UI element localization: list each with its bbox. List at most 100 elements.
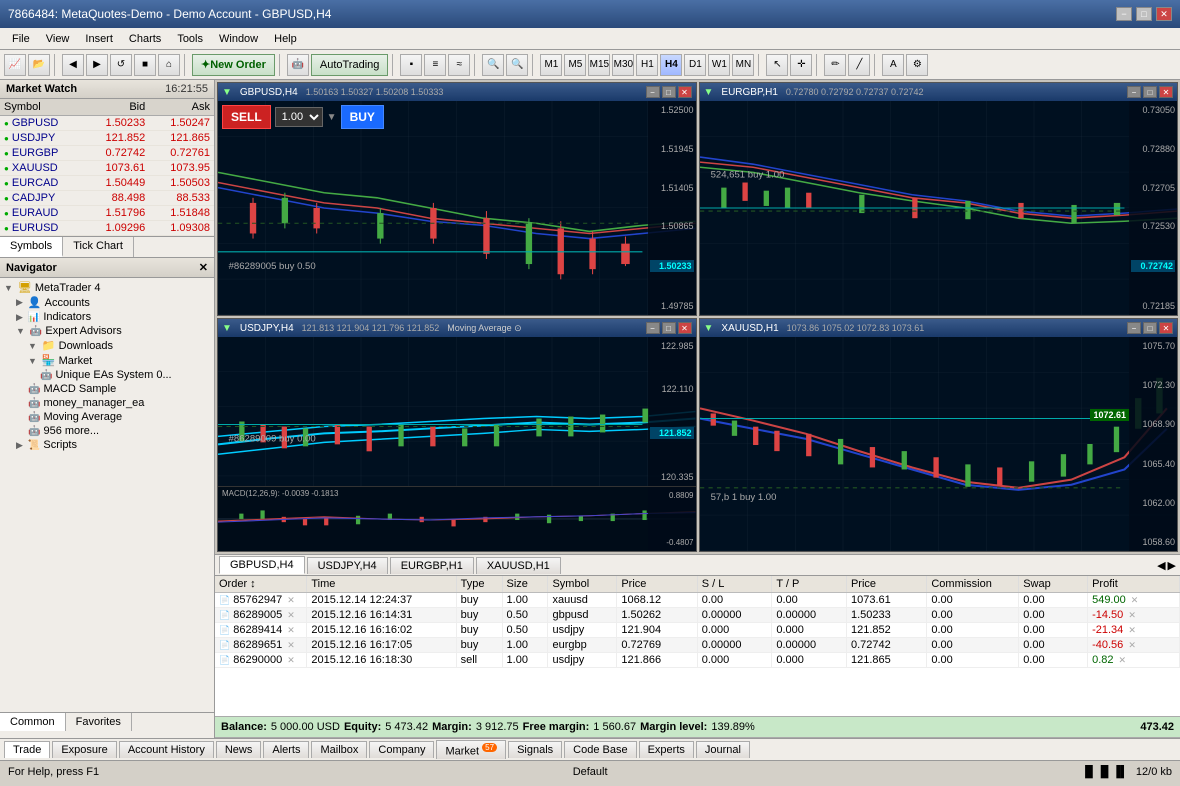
chart-type-3-button[interactable]: ≈ bbox=[448, 54, 470, 76]
bottom-tab-news[interactable]: News bbox=[216, 741, 262, 758]
table-row[interactable]: 📄 86290000 ✕ 2015.12.16 16:18:30 sell 1.… bbox=[215, 653, 1180, 668]
open-button[interactable]: 📂 bbox=[28, 54, 50, 76]
period-m15[interactable]: M15 bbox=[588, 54, 610, 76]
nav-item-expert-advisors[interactable]: ▼ 🤖 Expert Advisors bbox=[0, 324, 214, 338]
table-row[interactable]: 📄 86289651 ✕ 2015.12.16 16:17:05 buy 1.0… bbox=[215, 638, 1180, 653]
nav-item-unique-ea[interactable]: 🤖 Unique EAs System 0... bbox=[0, 368, 214, 382]
nav-item-money-manager[interactable]: 🤖 money_manager_ea bbox=[0, 396, 214, 410]
bottom-tab-account-history[interactable]: Account History bbox=[119, 741, 214, 758]
order-tab-xauusd[interactable]: XAUUSD,H1 bbox=[476, 557, 561, 574]
gbpusd-chart-body[interactable]: SELL 1.00 ▼ BUY 1.50 23 3 1.50 24 7 bbox=[218, 101, 696, 315]
gbpusd-sell-button[interactable]: SELL bbox=[222, 105, 271, 129]
bottom-tab-signals[interactable]: Signals bbox=[508, 741, 562, 758]
cursor-button[interactable]: ↖ bbox=[766, 54, 788, 76]
menu-help[interactable]: Help bbox=[266, 31, 305, 47]
bottom-tab-exposure[interactable]: Exposure bbox=[52, 741, 116, 758]
nav-item-macd[interactable]: 🤖 MACD Sample bbox=[0, 382, 214, 396]
new-chart-button[interactable]: 📈 bbox=[4, 54, 26, 76]
line-button[interactable]: ╱ bbox=[848, 54, 870, 76]
crosshair-button[interactable]: ✛ bbox=[790, 54, 812, 76]
new-order-button[interactable]: ✦ New Order bbox=[192, 54, 275, 76]
eurgbp-close-btn[interactable]: ✕ bbox=[1159, 86, 1173, 98]
market-watch-row[interactable]: ● USDJPY 121.852 121.865 bbox=[0, 131, 214, 146]
minimize-button[interactable]: − bbox=[1116, 7, 1132, 21]
nav-tab-common[interactable]: Common bbox=[0, 713, 66, 731]
menu-charts[interactable]: Charts bbox=[121, 31, 169, 47]
period-h4[interactable]: H4 bbox=[660, 54, 682, 76]
gbpusd-minimize-btn[interactable]: − bbox=[646, 86, 660, 98]
close-button[interactable]: ✕ bbox=[1156, 7, 1172, 21]
chart-type-1-button[interactable]: ▪ bbox=[400, 54, 422, 76]
period-mn[interactable]: MN bbox=[732, 54, 754, 76]
market-watch-row[interactable]: ● GBPUSD 1.50233 1.50247 bbox=[0, 116, 214, 131]
maximize-button[interactable]: □ bbox=[1136, 7, 1152, 21]
nav-item-metatrader4[interactable]: ▼ 🖥 MetaTrader 4 bbox=[0, 280, 214, 295]
market-watch-row[interactable]: ● XAUUSD 1073.61 1073.95 bbox=[0, 161, 214, 176]
tab-symbols[interactable]: Symbols bbox=[0, 237, 63, 257]
period-m1[interactable]: M1 bbox=[540, 54, 562, 76]
text-button[interactable]: A bbox=[882, 54, 904, 76]
nav-tab-favorites[interactable]: Favorites bbox=[66, 713, 132, 731]
tab-tick-chart[interactable]: Tick Chart bbox=[63, 237, 134, 257]
nav-item-scripts[interactable]: ▶ 📜 Scripts bbox=[0, 438, 214, 452]
table-row[interactable]: 📄 85762947 ✕ 2015.12.14 12:24:37 buy 1.0… bbox=[215, 593, 1180, 608]
scroll-left-btn[interactable]: ◀ bbox=[1157, 559, 1165, 572]
col-order-header[interactable]: Order ↕ bbox=[215, 576, 307, 593]
stop-button[interactable]: ■ bbox=[134, 54, 156, 76]
eurgbp-maximize-btn[interactable]: □ bbox=[1143, 86, 1157, 98]
xauusd-close-btn[interactable]: ✕ bbox=[1159, 322, 1173, 334]
xauusd-chart-body[interactable]: 57,b 1 buy 1.00 1072.61 1075.70 1072.30 … bbox=[700, 337, 1178, 551]
order-tab-usdjpy[interactable]: USDJPY,H4 bbox=[307, 557, 388, 574]
auto-trading-button[interactable]: AutoTrading bbox=[311, 54, 389, 76]
market-watch-row[interactable]: ● EURGBP 0.72742 0.72761 bbox=[0, 146, 214, 161]
bottom-tab-journal[interactable]: Journal bbox=[696, 741, 750, 758]
market-watch-row[interactable]: ● EURCAD 1.50449 1.50503 bbox=[0, 176, 214, 191]
nav-item-downloads[interactable]: ▼ 📁 Downloads bbox=[0, 338, 214, 353]
period-w1[interactable]: W1 bbox=[708, 54, 730, 76]
bottom-tab-alerts[interactable]: Alerts bbox=[263, 741, 309, 758]
nav-item-more[interactable]: 🤖 956 more... bbox=[0, 424, 214, 438]
menu-view[interactable]: View bbox=[38, 31, 78, 47]
period-m30[interactable]: M30 bbox=[612, 54, 634, 76]
nav-item-indicators[interactable]: ▶ 📊 Indicators bbox=[0, 310, 214, 324]
nav-item-moving-average[interactable]: 🤖 Moving Average bbox=[0, 410, 214, 424]
gbpusd-close-btn[interactable]: ✕ bbox=[678, 86, 692, 98]
menu-file[interactable]: File bbox=[4, 31, 38, 47]
zoom-out-button[interactable]: 🔍 bbox=[506, 54, 528, 76]
menu-tools[interactable]: Tools bbox=[169, 31, 211, 47]
bottom-tab-market[interactable]: Market 57 bbox=[436, 740, 506, 760]
nav-item-accounts[interactable]: ▶ 👤 Accounts bbox=[0, 295, 214, 310]
usdjpy-minimize-btn[interactable]: − bbox=[646, 322, 660, 334]
usdjpy-close-btn[interactable]: ✕ bbox=[678, 322, 692, 334]
market-watch-row[interactable]: ● EURAUD 1.51796 1.51848 bbox=[0, 206, 214, 221]
menu-insert[interactable]: Insert bbox=[77, 31, 121, 47]
zoom-in-button[interactable]: 🔍 bbox=[482, 54, 504, 76]
back-button[interactable]: ◀ bbox=[62, 54, 84, 76]
xauusd-minimize-btn[interactable]: − bbox=[1127, 322, 1141, 334]
gbpusd-lot-select[interactable]: 1.00 bbox=[275, 107, 323, 127]
refresh-button[interactable]: ↺ bbox=[110, 54, 132, 76]
gbpusd-maximize-btn[interactable]: □ bbox=[662, 86, 676, 98]
bottom-tab-trade[interactable]: Trade bbox=[4, 741, 50, 758]
eurgbp-minimize-btn[interactable]: − bbox=[1127, 86, 1141, 98]
order-tab-gbpusd[interactable]: GBPUSD,H4 bbox=[219, 556, 305, 574]
period-d1[interactable]: D1 bbox=[684, 54, 706, 76]
chart-type-2-button[interactable]: ≡ bbox=[424, 54, 446, 76]
usdjpy-maximize-btn[interactable]: □ bbox=[662, 322, 676, 334]
draw-button[interactable]: ✏ bbox=[824, 54, 846, 76]
table-row[interactable]: 📄 86289005 ✕ 2015.12.16 16:14:31 buy 0.5… bbox=[215, 608, 1180, 623]
settings-button[interactable]: ⚙ bbox=[906, 54, 928, 76]
nav-item-market[interactable]: ▼ 🏪 Market bbox=[0, 353, 214, 368]
gbpusd-buy-button[interactable]: BUY bbox=[341, 105, 384, 129]
eurgbp-chart-body[interactable]: 524,651 buy 1.00 0.73050 0.72880 0.72705… bbox=[700, 101, 1178, 315]
bottom-tab-company[interactable]: Company bbox=[369, 741, 434, 758]
period-h1[interactable]: H1 bbox=[636, 54, 658, 76]
navigator-close-icon[interactable]: ✕ bbox=[199, 261, 208, 274]
xauusd-maximize-btn[interactable]: □ bbox=[1143, 322, 1157, 334]
forward-button[interactable]: ▶ bbox=[86, 54, 108, 76]
bottom-tab-codebase[interactable]: Code Base bbox=[564, 741, 636, 758]
market-watch-row[interactable]: ● EURUSD 1.09296 1.09308 bbox=[0, 221, 214, 236]
period-m5[interactable]: M5 bbox=[564, 54, 586, 76]
home-button[interactable]: ⌂ bbox=[158, 54, 180, 76]
table-row[interactable]: 📄 86289414 ✕ 2015.12.16 16:16:02 buy 0.5… bbox=[215, 623, 1180, 638]
